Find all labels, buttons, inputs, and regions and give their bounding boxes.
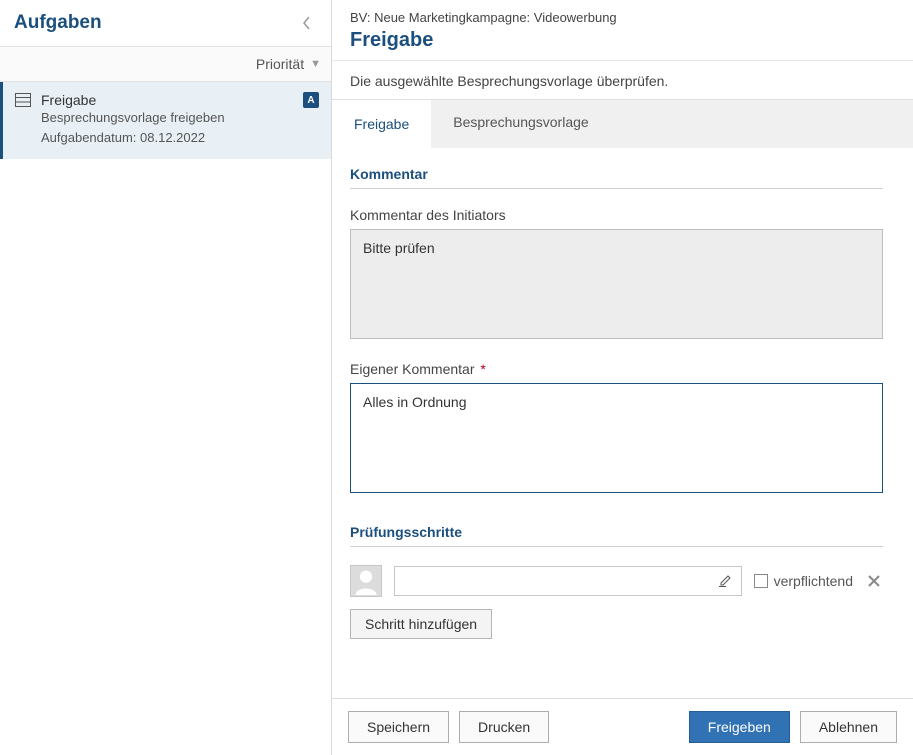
mandatory-checkbox[interactable]: verpflichtend [754, 573, 853, 589]
person-icon [352, 567, 380, 595]
step-user-input[interactable] [394, 566, 742, 596]
breadcrumb: BV: Neue Marketingkampagne: Videowerbung [350, 10, 895, 25]
add-step-button[interactable]: Schritt hinzufügen [350, 609, 492, 639]
initiator-comment-label: Kommentar des Initiators [350, 207, 883, 223]
edit-icon[interactable] [719, 573, 733, 590]
close-icon [867, 574, 881, 588]
remove-step-button[interactable] [865, 572, 883, 590]
footer: Speichern Drucken Freigeben Ablehnen [332, 698, 913, 755]
print-button[interactable]: Drucken [459, 711, 549, 743]
page-description: Die ausgewählte Besprechungsvorlage über… [332, 61, 913, 99]
task-subtitle-1: Besprechungsvorlage freigeben [41, 108, 319, 128]
own-comment-label: Eigener Kommentar * [350, 361, 883, 377]
step-row: verpflichtend [350, 565, 883, 597]
task-badge: A [303, 92, 319, 108]
task-icon [15, 93, 31, 107]
tab-besprechungsvorlage[interactable]: Besprechungsvorlage [431, 100, 610, 148]
reject-button[interactable]: Ablehnen [800, 711, 897, 743]
approve-button[interactable]: Freigeben [689, 711, 790, 743]
own-comment-input[interactable] [350, 383, 883, 493]
caret-down-icon: ▼ [310, 58, 321, 70]
sidebar-title: Aufgaben [14, 12, 102, 34]
section-header-steps: Prüfungsschritte [350, 524, 883, 547]
tab-freigabe[interactable]: Freigabe [332, 100, 431, 148]
initiator-comment-value: Bitte prüfen [350, 229, 883, 339]
task-item[interactable]: Freigabe A Besprechungsvorlage freigeben… [0, 82, 331, 159]
mandatory-label: verpflichtend [774, 573, 853, 589]
sort-priority[interactable]: Priorität ▼ [0, 46, 331, 82]
tabs: Freigabe Besprechungsvorlage [332, 99, 913, 148]
sort-label: Priorität [256, 56, 304, 72]
main-pane: BV: Neue Marketingkampagne: Videowerbung… [332, 0, 913, 755]
task-title: Freigabe [41, 92, 303, 108]
collapse-sidebar-button[interactable] [297, 13, 317, 33]
avatar [350, 565, 382, 597]
sidebar: Aufgaben Priorität ▼ Freigabe A Besprech… [0, 0, 332, 755]
chevron-left-icon [302, 16, 312, 30]
section-header-comment: Kommentar [350, 166, 883, 189]
save-button[interactable]: Speichern [348, 711, 449, 743]
page-title: Freigabe [350, 29, 895, 52]
task-subtitle-2: Aufgabendatum: 08.12.2022 [41, 128, 319, 148]
checkbox-icon [754, 574, 768, 588]
required-marker: * [477, 361, 486, 377]
